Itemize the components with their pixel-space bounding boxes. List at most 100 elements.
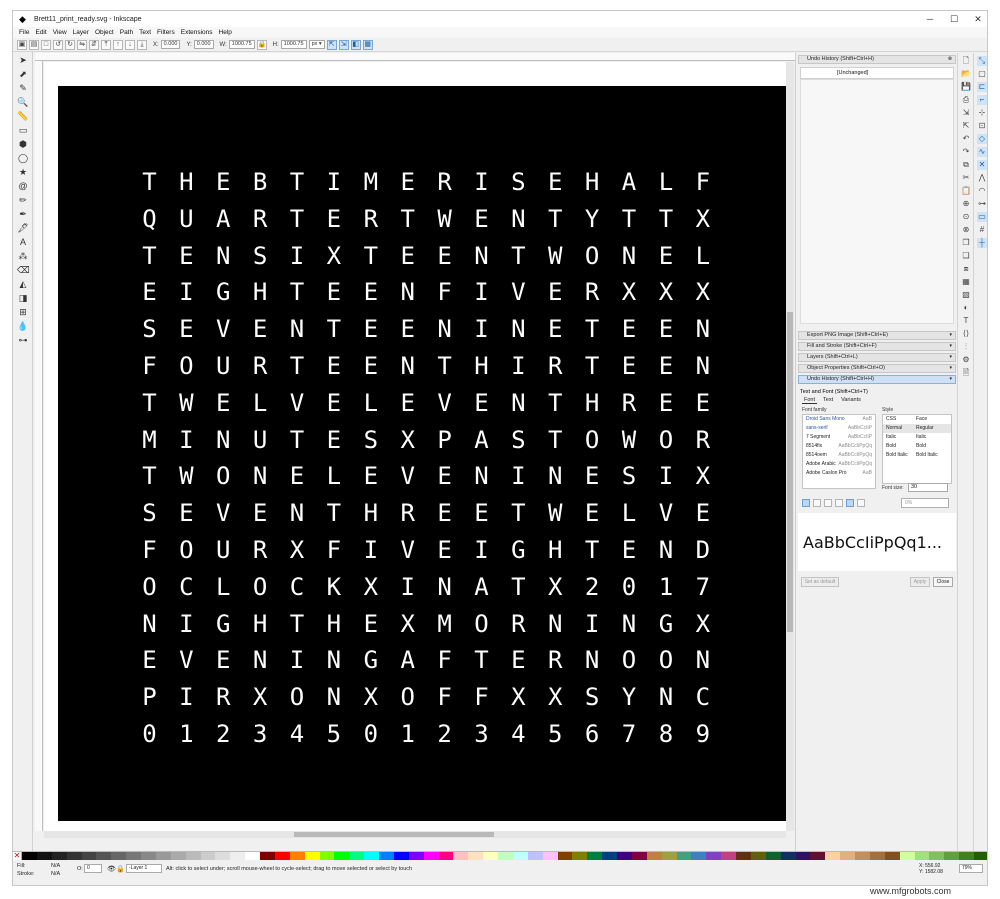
snap-smooth-icon[interactable]: ◠: [977, 186, 987, 196]
grid-letter[interactable]: E: [389, 238, 426, 275]
grid-letter[interactable]: E: [611, 311, 648, 348]
spiral-tool-icon[interactable]: @: [17, 180, 29, 192]
grid-letter[interactable]: O: [611, 642, 648, 679]
snap-midpoint-icon[interactable]: ⊶: [977, 199, 987, 209]
grid-letter[interactable]: E: [389, 385, 426, 422]
undo-history-collapsed-header[interactable]: Undo History (Shift+Ctrl+H) ▾: [798, 375, 956, 384]
font-family-item[interactable]: Adobe Caslon Pro AaB: [803, 469, 875, 478]
grid-letter[interactable]: F: [463, 679, 500, 716]
grid-letter[interactable]: 0: [131, 716, 168, 753]
grid-letter[interactable]: X: [684, 458, 721, 495]
grid-letter[interactable]: E: [352, 274, 389, 311]
grid-letter[interactable]: S: [352, 422, 389, 459]
grid-letter[interactable]: N: [500, 385, 537, 422]
horizontal-ruler[interactable]: [35, 53, 795, 61]
grid-letter[interactable]: T: [279, 348, 316, 385]
grid-letter[interactable]: E: [611, 532, 648, 569]
flip-vertical-icon[interactable]: ⇵: [89, 39, 99, 50]
grid-letter[interactable]: X: [389, 606, 426, 643]
grid-letter[interactable]: E: [463, 385, 500, 422]
snap-bbox-icon[interactable]: ▢: [977, 69, 987, 79]
grid-letter[interactable]: T: [574, 348, 611, 385]
grid-letter[interactable]: Q: [131, 201, 168, 238]
height-field[interactable]: 1000.75: [280, 40, 307, 49]
rotate-ccw-icon[interactable]: ↺: [53, 39, 63, 50]
grid-letter[interactable]: T: [131, 164, 168, 201]
grid-letter[interactable]: E: [647, 348, 684, 385]
grid-letter[interactable]: 1: [389, 716, 426, 753]
grid-letter[interactable]: O: [131, 569, 168, 606]
word-clock-board[interactable]: THEBTIMERISEHALFQUARTERTWENTYTTXTENSIXTE…: [58, 86, 791, 821]
grid-letter[interactable]: C: [168, 569, 205, 606]
grid-letter[interactable]: N: [463, 458, 500, 495]
snap-grid-icon[interactable]: #: [977, 225, 987, 235]
grid-letter[interactable]: I: [389, 569, 426, 606]
align-right-icon[interactable]: [824, 499, 832, 507]
grid-letter[interactable]: 5: [537, 716, 574, 753]
pencil-tool-icon[interactable]: ✏: [17, 194, 29, 206]
zoom-field[interactable]: 79%: [959, 864, 983, 873]
document-properties-icon[interactable]: 🗎: [961, 368, 971, 378]
grid-letter[interactable]: T: [315, 495, 352, 532]
grid-letter[interactable]: V: [426, 385, 463, 422]
grid-letter[interactable]: B: [242, 164, 279, 201]
grid-letter[interactable]: S: [500, 422, 537, 459]
snap-page-icon[interactable]: ▭: [977, 212, 987, 222]
grid-letter[interactable]: N: [389, 348, 426, 385]
flip-horizontal-icon[interactable]: ⇋: [77, 39, 87, 50]
grid-letter[interactable]: O: [647, 422, 684, 459]
grid-letter[interactable]: S: [242, 238, 279, 275]
grid-letter[interactable]: I: [168, 274, 205, 311]
grid-letter[interactable]: M: [352, 164, 389, 201]
grid-letter[interactable]: A: [611, 164, 648, 201]
grid-letter[interactable]: I: [463, 164, 500, 201]
grid-letter[interactable]: V: [205, 495, 242, 532]
grid-letter[interactable]: T: [352, 238, 389, 275]
grid-letter[interactable]: H: [168, 164, 205, 201]
grid-letter[interactable]: R: [684, 422, 721, 459]
ellipse-tool-icon[interactable]: ◯: [17, 152, 29, 164]
grid-letter[interactable]: E: [389, 311, 426, 348]
panel-close-icon[interactable]: ⊗: [948, 56, 952, 63]
grid-letter[interactable]: E: [205, 642, 242, 679]
grid-letter[interactable]: E: [315, 385, 352, 422]
minimize-button[interactable]: ─: [917, 11, 943, 27]
grid-letter[interactable]: N: [242, 458, 279, 495]
fill-stroke-icon[interactable]: ◐: [961, 303, 971, 313]
undo-list[interactable]: [Unchanged]: [800, 67, 954, 79]
menu-view[interactable]: View: [53, 29, 67, 36]
grid-letter[interactable]: T: [131, 458, 168, 495]
grid-letter[interactable]: E: [426, 532, 463, 569]
grid-letter[interactable]: X: [500, 679, 537, 716]
lock-icon[interactable]: 🔒: [256, 39, 267, 50]
maximize-button[interactable]: ☐: [941, 11, 967, 27]
grid-letter[interactable]: N: [426, 311, 463, 348]
undo-icon[interactable]: ↶: [961, 134, 971, 144]
set-default-button[interactable]: Set as default: [801, 577, 839, 587]
grid-letter[interactable]: Y: [574, 201, 611, 238]
raise-icon[interactable]: ↑: [113, 39, 123, 50]
raise-to-top-icon[interactable]: ⤒: [101, 39, 111, 50]
snap-bbox-edge-icon[interactable]: ⊏: [977, 82, 987, 92]
grid-letter[interactable]: Y: [611, 679, 648, 716]
x-field[interactable]: 0.000: [160, 40, 181, 49]
layer-select[interactable]: -Layer 1: [126, 864, 162, 873]
lower-to-bottom-icon[interactable]: ⤓: [137, 39, 147, 50]
grid-letter[interactable]: D: [684, 532, 721, 569]
menu-layer[interactable]: Layer: [73, 29, 89, 36]
grid-letter[interactable]: T: [537, 422, 574, 459]
menu-path[interactable]: Path: [120, 29, 133, 36]
grid-letter[interactable]: T: [500, 569, 537, 606]
grid-letter[interactable]: T: [574, 532, 611, 569]
undo-entry[interactable]: [Unchanged]: [801, 68, 953, 76]
grid-letter[interactable]: E: [463, 495, 500, 532]
grid-letter[interactable]: R: [500, 606, 537, 643]
grid-letter[interactable]: N: [315, 679, 352, 716]
grid-letter[interactable]: N: [537, 458, 574, 495]
grid-letter[interactable]: X: [611, 274, 648, 311]
fill-value[interactable]: N/A: [51, 863, 60, 869]
grid-letter[interactable]: R: [537, 348, 574, 385]
selector-tool-icon[interactable]: ➤: [17, 54, 29, 66]
grid-letter[interactable]: V: [389, 458, 426, 495]
horizontal-text-icon[interactable]: [846, 499, 854, 507]
